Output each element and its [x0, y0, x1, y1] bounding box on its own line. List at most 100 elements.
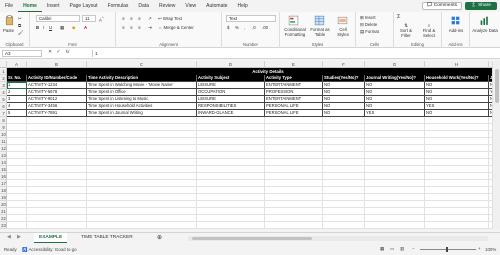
- cell-h[interactable]: NO: [425, 82, 489, 89]
- cell-h[interactable]: [425, 124, 489, 131]
- currency-icon[interactable]: $: [227, 25, 229, 30]
- cell-b[interactable]: [27, 117, 87, 124]
- row-header-14[interactable]: 14: [0, 159, 7, 166]
- column-header-f[interactable]: F: [323, 61, 365, 68]
- cell-b[interactable]: ACTIVITY-7891: [27, 110, 87, 117]
- cell-h[interactable]: [425, 131, 489, 138]
- cell-h[interactable]: [425, 159, 489, 166]
- paste-label[interactable]: Paste: [3, 28, 14, 33]
- horizontal-scrollbar[interactable]: [188, 236, 488, 241]
- bold-icon[interactable]: B: [36, 25, 39, 30]
- row-header-16[interactable]: 16: [0, 173, 7, 180]
- cell-g[interactable]: [365, 138, 425, 145]
- cell-e[interactable]: [265, 215, 323, 222]
- cell-e[interactable]: [265, 187, 323, 194]
- name-box[interactable]: A3: [2, 50, 42, 57]
- cell-g[interactable]: [365, 187, 425, 194]
- cell-b[interactable]: ACTIVITY-3456: [27, 103, 87, 110]
- cell-d[interactable]: [197, 145, 265, 152]
- cell-f[interactable]: NO: [323, 82, 365, 89]
- cell-a[interactable]: [7, 166, 27, 173]
- column-header-g[interactable]: G: [365, 61, 425, 68]
- cell-b[interactable]: [27, 187, 87, 194]
- cell-d[interactable]: [197, 180, 265, 187]
- cell-g[interactable]: [365, 159, 425, 166]
- cell-d[interactable]: LEISURE: [197, 82, 265, 89]
- zoom-level[interactable]: 100%: [485, 247, 496, 252]
- align-bottom-icon[interactable]: ≡: [138, 16, 141, 21]
- table-title[interactable]: Activity Details: [7, 68, 492, 75]
- cell-c[interactable]: Time Spent in Watching Movie - 'Movie Na…: [87, 82, 197, 89]
- cell-d[interactable]: [197, 159, 265, 166]
- borders-icon[interactable]: ▦: [60, 25, 64, 30]
- cell-b[interactable]: [27, 201, 87, 208]
- cell-h[interactable]: NO: [425, 110, 489, 117]
- vertical-scrollbar[interactable]: [492, 61, 500, 229]
- cell-g[interactable]: [365, 131, 425, 138]
- cell-d[interactable]: INWARD-GLANCE: [197, 110, 265, 117]
- zoom-in-icon[interactable]: +: [478, 246, 481, 251]
- cell-a[interactable]: [7, 187, 27, 194]
- font-size-select[interactable]: 11: [82, 15, 96, 22]
- menu-tab-insert[interactable]: Insert: [42, 0, 65, 12]
- header-cell-f[interactable]: Studies(Yes/No)?: [323, 75, 365, 82]
- column-header-d[interactable]: D: [197, 61, 265, 68]
- cell-f[interactable]: [323, 166, 365, 173]
- cell-h[interactable]: [425, 173, 489, 180]
- cell-a[interactable]: 3: [7, 96, 27, 103]
- cell-e[interactable]: [265, 138, 323, 145]
- cell-d[interactable]: [197, 131, 265, 138]
- cell-b[interactable]: ACTIVITY-1234: [27, 82, 87, 89]
- header-cell-h[interactable]: Household Work(Yes/No)?: [425, 75, 489, 82]
- row-header-21[interactable]: 21: [0, 208, 7, 215]
- sort-filter-button[interactable]: ⇅ Sort & Filter: [396, 23, 416, 38]
- cell-b[interactable]: [27, 208, 87, 215]
- cancel-icon[interactable]: ✕: [48, 50, 52, 55]
- row-header-20[interactable]: 20: [0, 201, 7, 208]
- cell-c[interactable]: Time Spent in Listening to Music: [87, 96, 197, 103]
- cell-a[interactable]: [7, 124, 27, 131]
- column-header-h[interactable]: H: [425, 61, 489, 68]
- row-header-2[interactable]: 2: [0, 75, 7, 82]
- cell-g[interactable]: [365, 180, 425, 187]
- cell-d[interactable]: [197, 117, 265, 124]
- formula-input[interactable]: 1: [92, 50, 496, 57]
- cut-icon[interactable]: ✂: [18, 16, 22, 21]
- cell-f[interactable]: [323, 145, 365, 152]
- cell-h[interactable]: [425, 201, 489, 208]
- cell-e[interactable]: PERSONAL LIFE: [265, 103, 323, 110]
- row-header-23[interactable]: 23: [0, 222, 7, 229]
- header-cell-d[interactable]: Activity Subject: [197, 75, 265, 82]
- cell-c[interactable]: [87, 131, 197, 138]
- cell-f[interactable]: [323, 131, 365, 138]
- cell-f[interactable]: [323, 159, 365, 166]
- row-header-12[interactable]: 12: [0, 145, 7, 152]
- cell-b[interactable]: [27, 152, 87, 159]
- add-sheet-icon[interactable]: ⊕: [152, 233, 167, 243]
- zoom-out-icon[interactable]: −: [412, 246, 415, 251]
- spreadsheet-grid[interactable]: ABCDEFGHI 123456789101112131415161718192…: [0, 61, 492, 229]
- menu-tab-page-layout[interactable]: Page Layout: [64, 0, 102, 12]
- cell-d[interactable]: [197, 152, 265, 159]
- row-header-18[interactable]: 18: [0, 187, 7, 194]
- cell-c[interactable]: [87, 173, 197, 180]
- align-middle-icon[interactable]: ≡: [130, 16, 133, 21]
- conditional-formatting-label[interactable]: Conditional Formatting: [282, 27, 308, 37]
- cell-c[interactable]: [87, 201, 197, 208]
- column-header-b[interactable]: B: [27, 61, 87, 68]
- format-painter-icon[interactable]: 🖌: [18, 30, 23, 35]
- cell-styles-label[interactable]: Cell Styles: [334, 27, 352, 37]
- cell-g[interactable]: YES: [365, 110, 425, 117]
- menu-tab-file[interactable]: File: [0, 0, 18, 12]
- cell-h[interactable]: NO: [425, 89, 489, 96]
- cell-a[interactable]: [7, 173, 27, 180]
- cell-b[interactable]: [27, 145, 87, 152]
- merge-center-button[interactable]: ⇔ Merge & Center: [158, 25, 194, 30]
- font-name-select[interactable]: Calibri: [36, 15, 80, 22]
- cell-b[interactable]: [27, 124, 87, 131]
- cell-h[interactable]: [425, 222, 489, 229]
- wrap-text-button[interactable]: ↩ Wrap Text: [158, 16, 182, 21]
- delete-button[interactable]: ⊟ Delete: [360, 22, 377, 27]
- menu-tab-data[interactable]: Data: [133, 0, 154, 12]
- cell-h[interactable]: YES: [425, 103, 489, 110]
